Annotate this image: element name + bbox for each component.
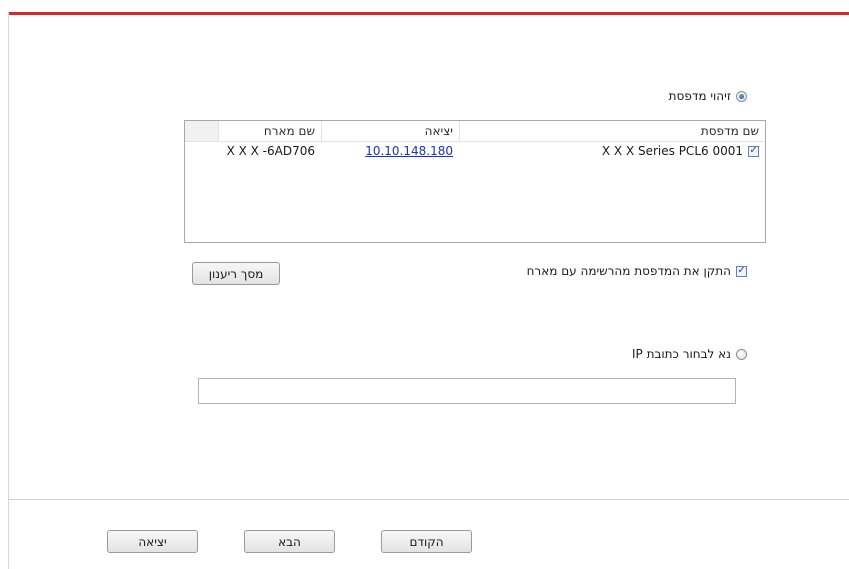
install-from-list-label: התקן את המדפסת מהרשימה עם מארח bbox=[526, 264, 731, 278]
column-header-port[interactable]: יציאה bbox=[321, 121, 459, 141]
select-ip-label: נא לבחור כתובת IP bbox=[631, 347, 731, 361]
select-ip-radio[interactable] bbox=[736, 348, 747, 360]
refresh-button[interactable]: מסך ריענון bbox=[192, 262, 280, 285]
top-accent-border bbox=[8, 12, 849, 15]
install-from-list-checkbox[interactable]: ✓ bbox=[736, 265, 747, 277]
host-name-cell: X X X -6AD706 bbox=[226, 144, 315, 158]
column-header-host-name[interactable]: שם מארח bbox=[218, 121, 321, 141]
column-header-empty bbox=[185, 121, 218, 141]
left-border bbox=[8, 12, 9, 569]
next-button[interactable]: הבא bbox=[244, 530, 335, 553]
install-from-list-option[interactable]: ✓ התקן את המדפסת מהרשימה עם מארח bbox=[527, 264, 747, 278]
printer-name-cell: ✓ X X X Series PCL6 0001 bbox=[459, 144, 765, 158]
table-row[interactable]: ✓ X X X Series PCL6 0001 10.10.148.180 X… bbox=[185, 142, 765, 160]
printer-row-checkbox[interactable]: ✓ bbox=[748, 145, 759, 157]
printer-table: שם מדפסת יציאה שם מארח ✓ X X X Series PC… bbox=[184, 120, 766, 243]
identify-printer-radio[interactable] bbox=[736, 90, 747, 102]
identify-printer-label: זיהוי מדפסת bbox=[668, 89, 731, 103]
footer-separator bbox=[8, 499, 849, 500]
identify-printer-option[interactable]: זיהוי מדפסת bbox=[669, 89, 747, 103]
port-ip-link[interactable]: 10.10.148.180 bbox=[365, 144, 453, 158]
select-ip-option[interactable]: נא לבחור כתובת IP bbox=[632, 347, 747, 361]
back-button[interactable]: הקודם bbox=[381, 530, 472, 553]
printer-name-value: X X X Series PCL6 0001 bbox=[601, 144, 743, 158]
port-cell: 10.10.148.180 bbox=[321, 144, 459, 158]
ip-address-input[interactable] bbox=[198, 378, 736, 404]
exit-button[interactable]: יציאה bbox=[107, 530, 198, 553]
column-header-printer-name[interactable]: שם מדפסת bbox=[459, 121, 765, 141]
table-header: שם מדפסת יציאה שם מארח bbox=[185, 121, 765, 142]
